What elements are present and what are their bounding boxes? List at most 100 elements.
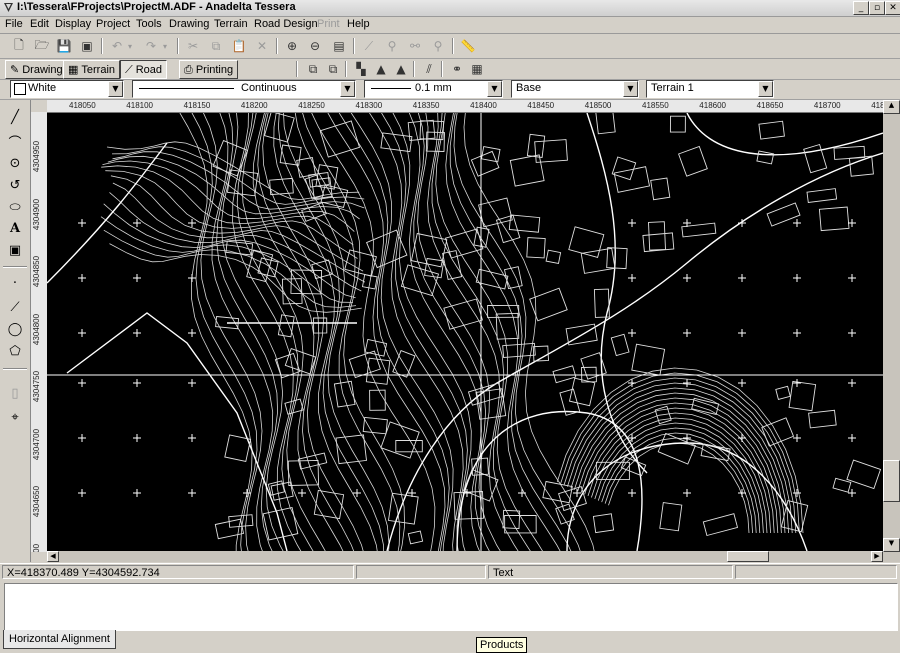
undo-dropdown-icon[interactable]: ▾ [125,37,135,55]
menu-file[interactable]: File [5,18,23,30]
linetype-preview [139,88,234,89]
pick-icon[interactable]: ⚲ [383,37,401,55]
grid-cross [133,434,141,442]
road-section-icon[interactable]: ⫽ [420,60,438,78]
parcel-outline [606,247,628,270]
ellipse-tool-icon[interactable]: ⬭ [6,198,24,216]
layers-copy-icon[interactable]: ⧉ [324,60,342,78]
polygon-tool-icon[interactable]: ⬠ [6,342,24,360]
grid-cross [793,219,801,227]
status-bar: X=418370.489 Y=4304592.734 Text [0,563,900,581]
grid-cross [848,329,856,337]
properties-icon[interactable]: ▤ [330,37,348,55]
plan-drawing [47,113,883,551]
menu-drawing[interactable]: Drawing [169,18,209,30]
command-output-area[interactable] [4,583,898,631]
parcel-outline [526,237,546,259]
ruler-icon[interactable]: 📏 [459,37,477,55]
horizontal-scroll-thumb[interactable] [727,551,769,562]
new-file-icon[interactable]: 🗋 [10,37,28,55]
tab-drawing[interactable]: ✎ Drawing [5,60,68,79]
menu-print[interactable]: Print [317,18,340,30]
segment-tool-icon[interactable]: ⟋ [6,298,24,316]
tab-terrain[interactable]: ▦ Terrain [63,60,121,79]
scroll-left-icon[interactable]: ◀ [47,551,59,562]
road-icon: ⟋ [125,62,133,76]
cut-icon[interactable]: ✂ [184,37,202,55]
line-tool-icon[interactable]: ╱ [6,108,24,126]
chevron-down-icon[interactable]: ▼ [487,81,502,97]
scroll-up-icon[interactable]: ▲ [883,100,900,114]
menu-tools[interactable]: Tools [136,18,162,30]
ruler-x-label: 418050 [69,101,96,110]
zoom-in-icon[interactable]: ⊕ [283,37,301,55]
find-icon[interactable]: ⚲ [429,37,447,55]
zoom-out-icon[interactable]: ⊖ [306,37,324,55]
color-select[interactable]: White ▼ [10,80,124,98]
paste-icon[interactable]: 📋 [230,37,248,55]
close-button[interactable]: ✕ [885,1,900,15]
menu-road-design[interactable]: Road Design [254,18,318,30]
arc-tool-icon[interactable]: ↺ [6,176,24,194]
minimize-button[interactable]: _ [853,1,869,15]
table-icon[interactable]: ▦ [468,60,486,78]
page-icon[interactable]: ▯ [6,384,24,402]
pick-path-icon[interactable]: ⚯ [406,37,424,55]
save-as-icon[interactable]: ▣ [78,37,96,55]
lineweight-select[interactable]: 0.1 mm ▼ [364,80,503,98]
text-tool-icon[interactable]: A [6,219,24,237]
chevron-down-icon[interactable]: ▼ [623,81,638,97]
ruler-x-label: 418250 [298,101,325,110]
menu-help[interactable]: Help [347,18,370,30]
open-folder-icon[interactable]: 🗁 [33,37,51,55]
save-icon[interactable]: 💾 [55,37,73,55]
terrain-select[interactable]: Terrain 1 ▼ [646,80,774,98]
circle-tool-icon[interactable]: ⊙ [6,154,24,172]
redo-dropdown-icon[interactable]: ▾ [160,37,170,55]
vertical-scrollbar[interactable]: ▲ ▼ [883,100,900,562]
tab-horizontal-alignment[interactable]: Horizontal Alignment [3,630,116,649]
chevron-down-icon[interactable]: ▼ [758,81,773,97]
tab-printing[interactable]: ⎙ Printing [179,60,239,79]
scroll-down-icon[interactable]: ▼ [883,538,900,552]
layers-icon[interactable]: ⧉ [304,60,322,78]
ruler-x-label: 418450 [527,101,555,110]
menu-project[interactable]: Project [96,18,130,30]
menu-edit[interactable]: Edit [30,18,49,30]
chevron-down-icon[interactable]: ▼ [108,81,123,97]
ruler-x-label: 418100 [126,101,153,110]
contour-line [445,113,561,551]
copy-icon[interactable]: ⧉ [207,37,225,55]
linetype-select[interactable]: Continuous ▼ [132,80,356,98]
redo-icon[interactable]: ↷ [142,37,160,55]
parcel-outline [274,352,301,379]
layer-select[interactable]: Base ▼ [511,80,639,98]
menu-terrain[interactable]: Terrain [214,18,248,30]
undo-icon[interactable]: ↶ [108,37,126,55]
point-tool-icon[interactable]: · [6,274,24,292]
node-circle-icon[interactable]: ◯ [6,320,24,338]
grid-cross [848,274,856,282]
tab-road[interactable]: ⟋ Road [120,60,167,79]
drawing-canvas[interactable] [47,113,883,551]
color-grid-icon[interactable]: ▚ [352,60,370,78]
parcel-outline [832,477,852,493]
grid-cross [188,219,196,227]
maximize-button[interactable]: ▫ [869,1,885,15]
triangle-icon[interactable]: ▲ [372,60,390,78]
chevron-down-icon[interactable]: ▼ [340,81,355,97]
menu-display[interactable]: Display [55,18,91,30]
parcel-outline [424,257,445,279]
terrain-value: Terrain 1 [651,82,694,94]
vertical-scroll-thumb[interactable] [883,460,900,502]
triangle-fill-icon[interactable]: ▲ [392,60,410,78]
ruler-y-label: 4304700 [32,428,42,460]
measure-icon[interactable]: ⟋ [360,37,378,55]
scroll-right-icon[interactable]: ▶ [871,551,883,562]
image-tool-icon[interactable]: ▣ [6,241,24,259]
binoculars-icon[interactable]: ⚭ [448,60,466,78]
horizontal-scrollbar[interactable]: ◀ ▶ [47,551,883,562]
delete-icon[interactable]: ✕ [253,37,271,55]
snap-icon[interactable]: ⌖ [6,408,24,426]
polyline-tool-icon[interactable]: ⌒ [6,132,24,151]
